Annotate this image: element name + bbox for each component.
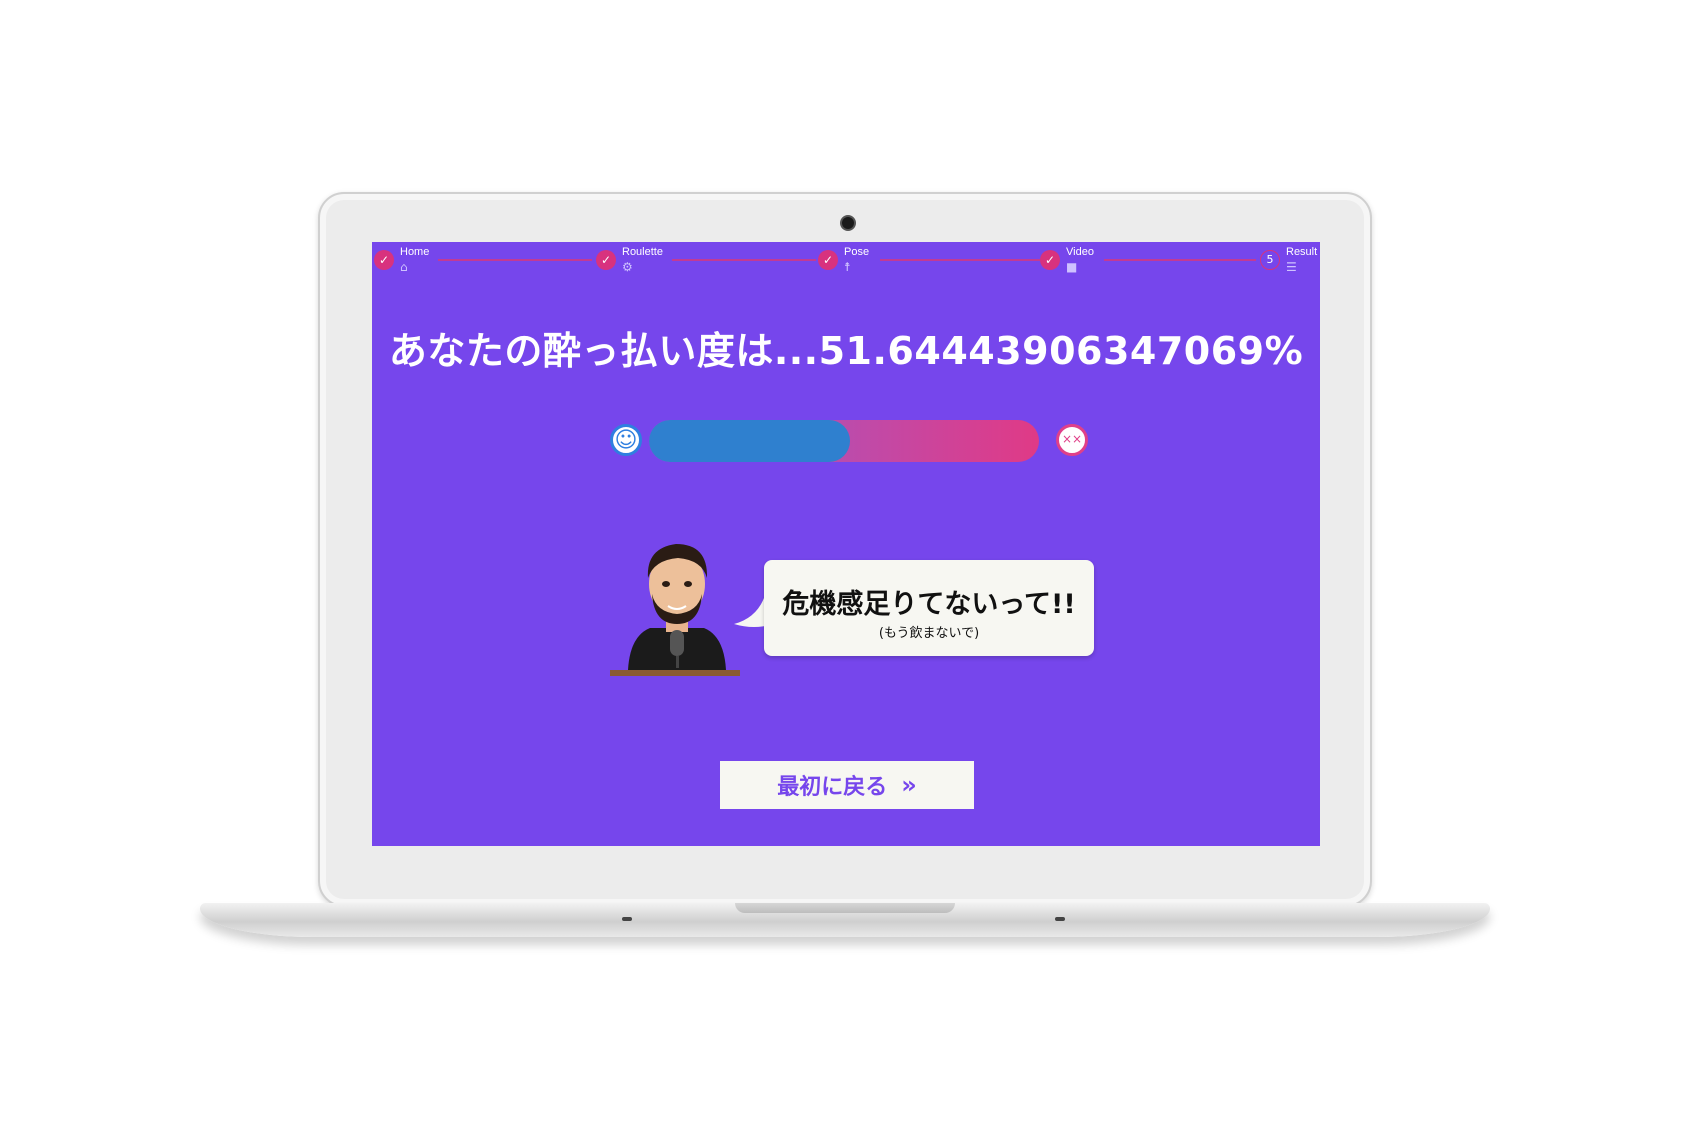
video-camera-icon: ■ (1066, 260, 1078, 274)
step-connector (1104, 259, 1256, 261)
dizzy-face-icon: ×× (1056, 424, 1088, 456)
step-connector (438, 259, 592, 261)
step-label: Result (1286, 246, 1318, 258)
list-search-icon: ☰ (1286, 260, 1297, 274)
step-connector (880, 259, 1040, 261)
speech-bubble: 危機感足りてないって!! (もう飲まないで) (764, 560, 1094, 656)
step-label: Home (400, 246, 430, 258)
step-label: Roulette (622, 246, 663, 258)
drunk-meter (649, 420, 1039, 462)
check-icon: ✓ (596, 250, 616, 270)
step-label: Pose (844, 246, 870, 258)
laptop-notch (735, 903, 955, 913)
back-to-start-button[interactable]: 最初に戻る » (720, 761, 974, 809)
laptop-foot-right (1055, 917, 1065, 921)
comment-main: 危機感足りてないって!! (782, 589, 1076, 620)
check-icon: ✓ (374, 250, 394, 270)
app-screen: ✓ Home ⌂ ✓ Roulette ⚙ ✓ Pose ☨ ✓ Video ■… (372, 242, 1320, 846)
avatar-podcaster-image (610, 544, 740, 676)
step-label: Video (1066, 246, 1094, 258)
webcam-icon (842, 217, 854, 229)
step-connector (672, 259, 816, 261)
gear-icon: ⚙ (622, 260, 633, 274)
drunk-meter-fill (649, 420, 851, 462)
smiley-face-icon: ☺ (610, 424, 642, 456)
check-icon: ✓ (818, 250, 838, 270)
home-icon: ⌂ (400, 260, 408, 274)
person-icon: ☨ (844, 260, 851, 274)
result-headline: あなたの酔っ払い度は...51.64443906347069% (388, 329, 1304, 373)
step-number: 5 (1260, 250, 1280, 270)
progress-stepper: ✓ Home ⌂ ✓ Roulette ⚙ ✓ Pose ☨ ✓ Video ■… (372, 242, 1320, 282)
check-icon: ✓ (1040, 250, 1060, 270)
laptop-foot-left (622, 917, 632, 921)
comment-sub: (もう飲まないで) (878, 626, 980, 641)
double-chevron-right-icon: » (901, 771, 917, 799)
back-button-label: 最初に戻る (777, 775, 888, 800)
